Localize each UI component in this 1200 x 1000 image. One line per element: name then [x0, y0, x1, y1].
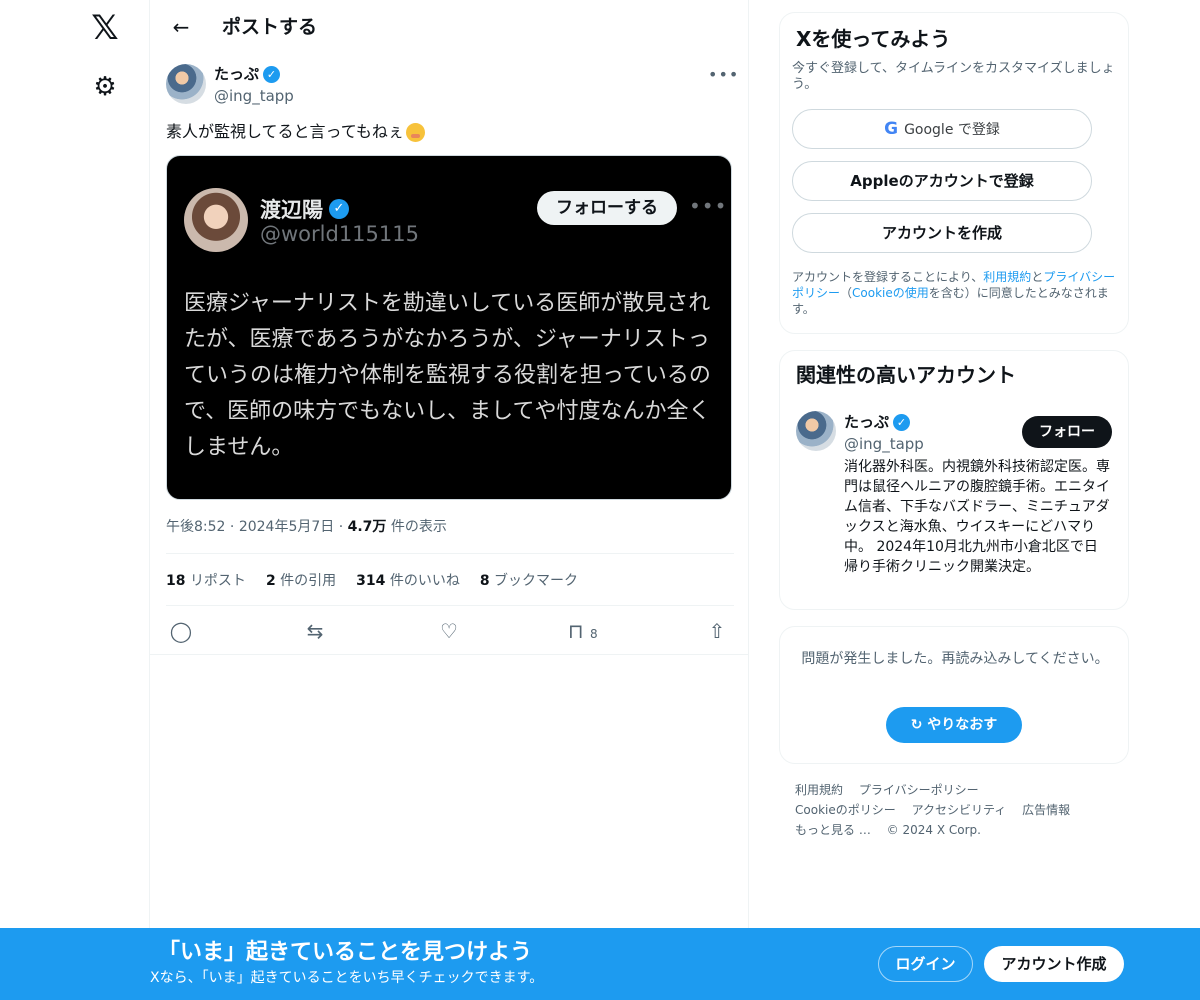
signup-card-subtitle: 今すぐ登録して、タイムラインをカスタマイズしましょう。: [792, 61, 1115, 92]
legal-text: アカウントを登録することにより、: [792, 270, 984, 284]
related-avatar[interactable]: [796, 411, 836, 451]
stat-bookmarks[interactable]: 8 ブックマーク: [480, 570, 578, 592]
author-name-text[interactable]: たっぷ: [214, 64, 259, 84]
signup-button[interactable]: アカウント作成: [984, 946, 1124, 982]
related-bio: 消化器外科医。内視鏡外科技術認定医。専門は鼠径ヘルニアの腹腔鏡手術。エニタイム信…: [844, 459, 1110, 575]
divider: [166, 553, 734, 554]
stat-label: リポスト: [189, 573, 246, 589]
login-button[interactable]: ログイン: [878, 946, 973, 982]
embedded-more-icon: •••: [689, 194, 728, 218]
retry-button[interactable]: ↻ やりなおす: [886, 707, 1022, 743]
post-meta: 午後8:52 · 2024年5月7日 · 4.7万 件の表示: [166, 519, 447, 535]
stat-quotes[interactable]: 2 件の引用: [266, 570, 336, 592]
stat-reposts[interactable]: 18 リポスト: [166, 570, 246, 592]
stat-count: 314: [356, 573, 386, 589]
views-label: 件の表示: [390, 519, 447, 535]
repost-icon[interactable]: ⇆: [300, 618, 330, 644]
embedded-verified-icon: ✓: [329, 199, 349, 219]
apple-signup-label: Appleのアカウントで登録: [850, 172, 1034, 190]
bookmark-button[interactable]: ⊓ 8: [568, 618, 618, 644]
follow-button[interactable]: フォロー: [1022, 416, 1112, 448]
main-column: ← ポストする たっぷ ✓ @ing_tapp ••• 素人が監視してると言って…: [149, 0, 749, 1000]
post-text-body: 素人が監視してると言ってもねぇ: [166, 122, 404, 141]
page-title: ポストする: [222, 16, 318, 38]
terms-link[interactable]: 利用規約: [983, 270, 1031, 284]
google-signup-label: Google で登録: [904, 122, 1000, 138]
views-count: 4.7万: [347, 519, 387, 535]
reply-icon[interactable]: ◯: [166, 618, 196, 644]
cookie-link[interactable]: Cookieの使用: [852, 286, 929, 300]
footer-links: 利用規約 プライバシーポリシー Cookieのポリシー アクセシビリティ 広告情…: [795, 780, 1135, 840]
bottom-bar-title: 「いま」起きていることを見つけよう: [158, 940, 533, 965]
legal-text: （: [840, 286, 853, 300]
embedded-avatar: [184, 188, 248, 252]
stat-count: 8: [479, 573, 490, 589]
signup-card-title: Xを使ってみよう: [796, 27, 951, 51]
back-arrow-icon[interactable]: ←: [166, 12, 196, 42]
error-card: 問題が発生しました。再読み込みしてください。 ↻ やりなおす: [779, 626, 1129, 764]
stat-likes[interactable]: 314 件のいいね: [356, 570, 460, 592]
post-time[interactable]: 午後8:52: [166, 519, 225, 535]
apple-signup-button[interactable]: Appleのアカウントで登録: [792, 161, 1092, 201]
like-icon[interactable]: ♡: [434, 618, 464, 644]
embedded-handle: @world115115: [260, 222, 419, 246]
author-handle[interactable]: @ing_tapp: [214, 86, 294, 106]
create-account-label: アカウントを作成: [881, 224, 1002, 242]
error-message: 問題が発生しました。再読み込みしてください。: [801, 651, 1109, 667]
footer-link-cookie[interactable]: Cookieのポリシー: [795, 803, 896, 817]
footer-link-accessibility[interactable]: アクセシビリティ: [912, 803, 1007, 817]
bookmark-count: 8: [589, 627, 598, 641]
author-avatar[interactable]: [166, 64, 206, 104]
post-date[interactable]: 2024年5月7日: [239, 519, 334, 535]
footer-link-more[interactable]: もっと見る …: [795, 823, 871, 837]
bottom-bar-subtitle: Xなら、「いま」起きていることをいち早くチェックできます。: [150, 970, 544, 986]
embedded-text: 医療ジャーナリストを勘違いしている医師が散見されたが、医療であろうがなかろうが、…: [184, 291, 711, 460]
post-text: 素人が監視してると言ってもねぇ: [166, 120, 726, 144]
footer-link-privacy[interactable]: プライバシーポリシー: [859, 783, 979, 797]
related-card-title: 関連性の高いアカウント: [796, 363, 1016, 387]
google-icon: G: [884, 119, 899, 139]
footer-link-terms[interactable]: 利用規約: [795, 783, 843, 797]
divider: [166, 605, 734, 606]
bookmark-icon[interactable]: ⊓: [568, 619, 584, 643]
retry-label: やりなおす: [927, 717, 998, 733]
verified-badge-icon: ✓: [893, 413, 911, 431]
related-accounts-card: 関連性の高いアカウント たっぷ ✓ @ing_tapp フォロー 消化器外科医。…: [779, 350, 1129, 610]
post-stats: 18 リポスト 2 件の引用 314 件のいいね 8 ブックマーク: [166, 570, 578, 592]
footer-copyright: © 2024 X Corp.: [886, 823, 981, 837]
stat-label: 件のいいね: [389, 573, 460, 589]
embedded-follow-button: フォローする: [537, 191, 677, 225]
x-logo-icon[interactable]: 𝕏: [86, 10, 124, 46]
embedded-name: 渡辺陽 ✓: [260, 194, 349, 224]
stat-label: 件の引用: [280, 573, 337, 589]
google-signup-button[interactable]: G Google で登録: [792, 109, 1092, 149]
signup-card: Xを使ってみよう 今すぐ登録して、タイムラインをカスタマイズしましょう。 G Go…: [779, 12, 1129, 334]
post-image[interactable]: 渡辺陽 ✓ @world115115 フォローする ••• 医療ジャーナリストを…: [166, 155, 732, 500]
divider: [150, 654, 749, 655]
related-handle[interactable]: @ing_tapp: [844, 434, 924, 454]
shushing-face-emoji-icon: [405, 122, 425, 142]
related-name[interactable]: たっぷ ✓: [844, 412, 911, 432]
legal-notice: アカウントを登録することにより、利用規約とプライバシーポリシー（Cookieの使…: [792, 269, 1122, 317]
stat-label: ブックマーク: [494, 573, 579, 589]
refresh-icon: ↻: [910, 717, 923, 733]
verified-badge-icon: ✓: [263, 65, 281, 83]
bottom-signup-bar: 「いま」起きていることを見つけよう Xなら、「いま」起きていることをいち早くチェ…: [0, 928, 1200, 1000]
gear-icon[interactable]: ⚙: [90, 70, 120, 104]
footer-link-ads[interactable]: 広告情報: [1022, 803, 1070, 817]
author-name[interactable]: たっぷ ✓: [214, 64, 281, 84]
related-name-text[interactable]: たっぷ: [844, 412, 889, 432]
embedded-name-text: 渡辺陽: [260, 198, 323, 222]
legal-text: と: [1031, 270, 1044, 284]
create-account-button[interactable]: アカウントを作成: [792, 213, 1092, 253]
share-icon[interactable]: ⇧: [702, 618, 732, 644]
stat-count: 2: [265, 573, 276, 589]
stat-count: 18: [166, 573, 186, 589]
more-options-icon[interactable]: •••: [708, 64, 738, 86]
